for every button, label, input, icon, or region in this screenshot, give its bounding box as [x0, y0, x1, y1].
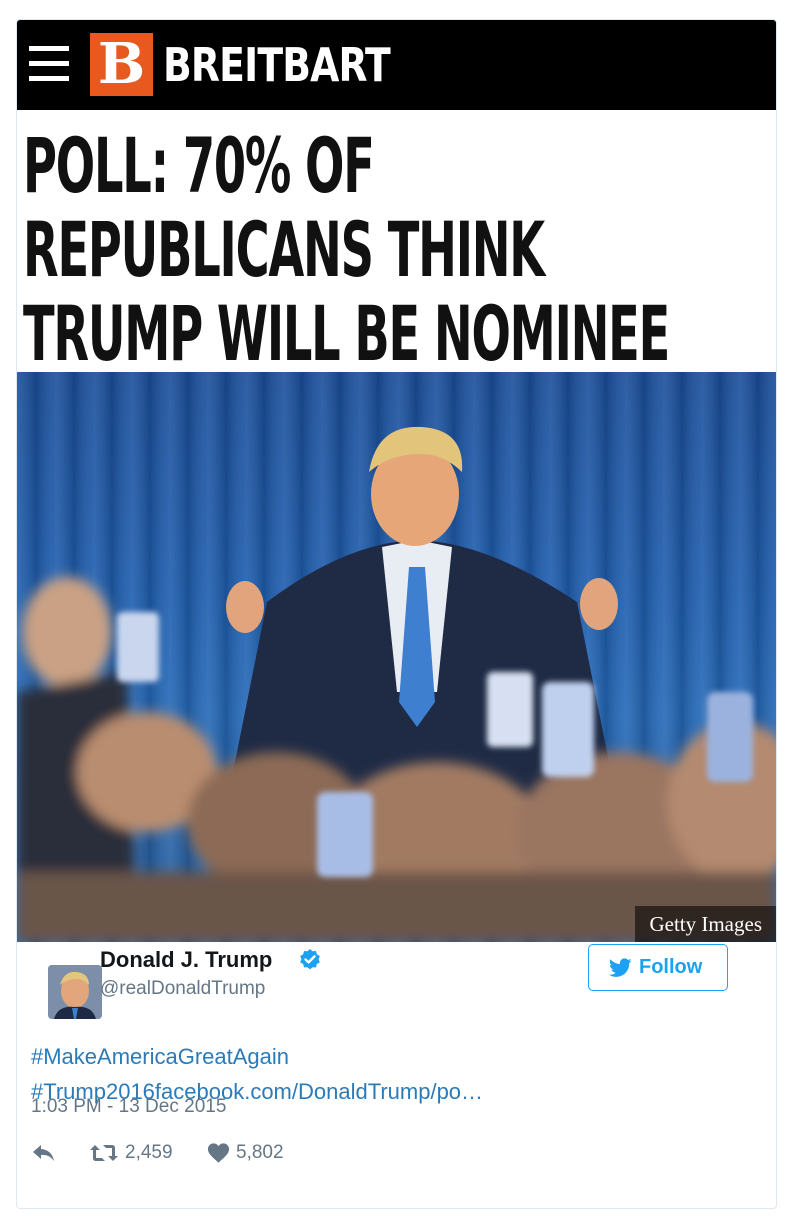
headline-line: POLL: 70% OF — [23, 121, 375, 210]
headline-line: REPUBLICANS THINK — [23, 205, 545, 294]
twitter-bird-icon — [609, 958, 632, 977]
hashtag-link[interactable]: #MakeAmericaGreatAgain — [31, 1042, 289, 1072]
site-navbar: B BREITBART — [17, 20, 776, 110]
reply-icon[interactable] — [31, 1142, 57, 1164]
site-logo: B — [90, 33, 153, 96]
follow-button[interactable]: Follow — [588, 944, 728, 991]
avatar[interactable] — [48, 965, 102, 1019]
photo-credit: Getty Images — [635, 906, 776, 942]
tweet-timestamp[interactable]: 1:03 PM - 13 Dec 2015 — [31, 1094, 226, 1120]
like-count: 5,802 — [236, 1142, 284, 1163]
article-headline: POLL: 70% OF REPUBLICANS THINK TRUMP WIL… — [23, 121, 670, 378]
follow-label: Follow — [639, 956, 703, 978]
article-photo: Getty Images — [17, 372, 776, 942]
avatar-image — [48, 965, 102, 1019]
article-image[interactable]: B BREITBART POLL: 70% OF REPUBLICANS THI… — [17, 20, 776, 942]
author-handle[interactable]: @realDonaldTrump — [100, 976, 265, 1002]
menu-icon — [29, 46, 69, 82]
headline-line: TRUMP WILL BE NOMINEE — [23, 289, 670, 378]
retweet-icon[interactable] — [89, 1141, 119, 1165]
site-name: BREITBART — [163, 38, 391, 92]
retweet-count: 2,459 — [125, 1142, 173, 1163]
heart-icon[interactable] — [207, 1142, 230, 1164]
photo-illustration — [17, 372, 776, 942]
verified-badge-icon — [300, 949, 320, 970]
tweet-card: B BREITBART POLL: 70% OF REPUBLICANS THI… — [16, 19, 777, 1209]
site-logo-letter: B — [97, 31, 146, 97]
author-name[interactable]: Donald J. Trump — [100, 946, 272, 974]
